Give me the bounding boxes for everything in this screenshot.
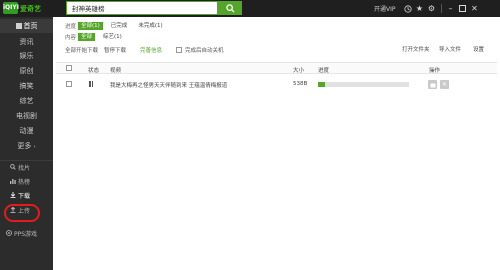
category-filter: 内容 全部 综艺(1) — [65, 32, 130, 41]
logo-mark: iQIYI — [3, 2, 19, 14]
file-size: 538B — [293, 81, 308, 87]
gamepad-icon — [6, 229, 14, 241]
sidebar-tool-hot[interactable]: 热榜 — [10, 177, 53, 189]
import-file-button[interactable]: 导入文件 — [439, 45, 461, 54]
pause-all-button[interactable]: 暂停下载 — [104, 46, 126, 54]
auto-shutdown-label: 完成后自动关机 — [185, 47, 224, 54]
sidebar-tool-find[interactable]: 找片 — [10, 163, 53, 175]
sidebar-item-news[interactable]: 资讯 — [0, 35, 53, 49]
column-size: 大小 — [293, 68, 305, 74]
download-panel: 进度 全部(1) 已完成 未完成(1) 内容 全部 综艺(1) 全部开始下载 暂… — [53, 17, 500, 270]
category-all[interactable]: 全部 — [78, 32, 96, 41]
auto-shutdown-checkbox[interactable] — [176, 46, 183, 53]
sidebar-item-label: 动漫 — [19, 127, 34, 135]
vip-link[interactable]: 开通VIP — [374, 4, 396, 13]
sidebar-item-entertainment[interactable]: 娱乐 — [0, 49, 53, 63]
history-icon[interactable] — [402, 0, 414, 17]
filter-label: 进度 — [65, 23, 77, 30]
progress-fill — [318, 82, 326, 87]
close-icon[interactable]: ✕ — [469, 0, 481, 17]
sidebar-item-label: 首页 — [23, 22, 38, 30]
filter-all[interactable]: 全部(1) — [78, 21, 103, 30]
table-header: 状态 视频 大小 进度 操作 — [56, 62, 497, 74]
sidebar-item-label: 搞笑 — [19, 82, 34, 90]
filter-completed[interactable]: 已完成 — [108, 22, 131, 30]
search-button[interactable] — [218, 1, 242, 15]
sidebar-item-tv-series[interactable]: 电视剧 — [0, 109, 53, 123]
pause-icon[interactable] — [89, 81, 93, 87]
search-icon — [10, 163, 18, 175]
sidebar-item-label: 资讯 — [19, 38, 34, 46]
download-toolbar: 全部开始下载 暂停下载 完善信息 完成后自动关机 — [65, 45, 224, 54]
sidebar-tool-label: 找片 — [18, 165, 31, 172]
sidebar-item-label: 更多 — [17, 142, 32, 150]
sidebar-item-more[interactable]: 更多 › — [0, 139, 53, 153]
complete-info-link[interactable]: 完善信息 — [140, 46, 162, 54]
download-icon — [10, 191, 18, 203]
home-icon — [15, 23, 22, 29]
video-title: 我是大梅再之怪男天天伴随到来 王蕴温倩梅报道 — [110, 83, 228, 89]
sidebar-item-anime[interactable]: 动漫 — [0, 124, 53, 138]
sidebar-tool-download[interactable]: 下载 — [10, 191, 53, 203]
minimize-icon[interactable]: – — [445, 0, 457, 17]
sidebar-item-variety[interactable]: 综艺 — [0, 94, 53, 108]
sidebar-item-original[interactable]: 原创 — [0, 64, 53, 78]
logo[interactable]: iQIYI 爱奇艺 — [3, 1, 50, 16]
highlight-ring — [4, 204, 40, 222]
gear-icon[interactable]: ⚙ — [426, 0, 438, 17]
column-progress: 进度 — [318, 68, 330, 74]
status-filter: 进度 全部(1) 已完成 未完成(1) — [65, 21, 171, 30]
category-variety[interactable]: 综艺(1) — [100, 33, 125, 41]
filter-incomplete[interactable]: 未完成(1) — [135, 22, 165, 30]
sidebar-item-funny[interactable]: 搞笑 — [0, 79, 53, 93]
app-window: iQIYI 爱奇艺 开通VIP ★ ⚙ – ✕ 首页 — [0, 0, 500, 270]
filter-label: 内容 — [65, 34, 77, 41]
delete-icon[interactable]: ✕ — [440, 80, 449, 89]
settings-button[interactable]: 设置 — [473, 45, 484, 54]
column-actions: 操作 — [429, 68, 441, 74]
sidebar-tool-label: 下载 — [18, 193, 31, 200]
open-folder-button[interactable]: 打开文件夹 — [402, 45, 430, 54]
sidebar-item-label: 原创 — [19, 67, 34, 75]
table-row[interactable]: 我是大梅再之怪男天天伴随到来 王蕴温倩梅报道 538B ✕ — [56, 77, 497, 92]
search-input[interactable] — [66, 1, 218, 15]
topbar-actions: 开通VIP ★ ⚙ – ✕ — [374, 0, 481, 17]
sidebar-tool-label: 热榜 — [18, 179, 31, 186]
select-all-checkbox[interactable] — [66, 65, 72, 71]
divider — [440, 4, 442, 13]
progress-bar — [318, 82, 409, 87]
sidebar-tool-label: PPS游戏 — [14, 231, 38, 238]
star-icon[interactable]: ★ — [414, 0, 426, 17]
chevron-right-icon: › — [33, 144, 36, 150]
logo-name: 爱奇艺 — [20, 5, 41, 13]
chart-icon — [10, 177, 18, 189]
folder-icon[interactable] — [428, 80, 437, 89]
sidebar-item-home[interactable]: 首页 — [0, 19, 53, 33]
divider — [0, 160, 53, 161]
column-status: 状态 — [88, 68, 100, 74]
search-icon — [225, 3, 235, 13]
column-title: 视频 — [110, 68, 122, 74]
sidebar: 首页 资讯 娱乐 原创 搞笑 综艺 电视剧 动漫 更多 › 找片 热榜 下载 上… — [0, 17, 53, 270]
maximize-icon[interactable] — [457, 0, 469, 17]
top-bar: iQIYI 爱奇艺 开通VIP ★ ⚙ – ✕ — [0, 0, 500, 17]
sidebar-item-label: 综艺 — [19, 97, 34, 105]
row-checkbox[interactable] — [66, 81, 72, 87]
sidebar-pps-games[interactable]: PPS游戏 — [6, 229, 49, 241]
sidebar-item-label: 娱乐 — [19, 52, 34, 60]
sidebar-item-label: 电视剧 — [16, 112, 37, 120]
start-all-button[interactable]: 全部开始下载 — [65, 46, 98, 54]
